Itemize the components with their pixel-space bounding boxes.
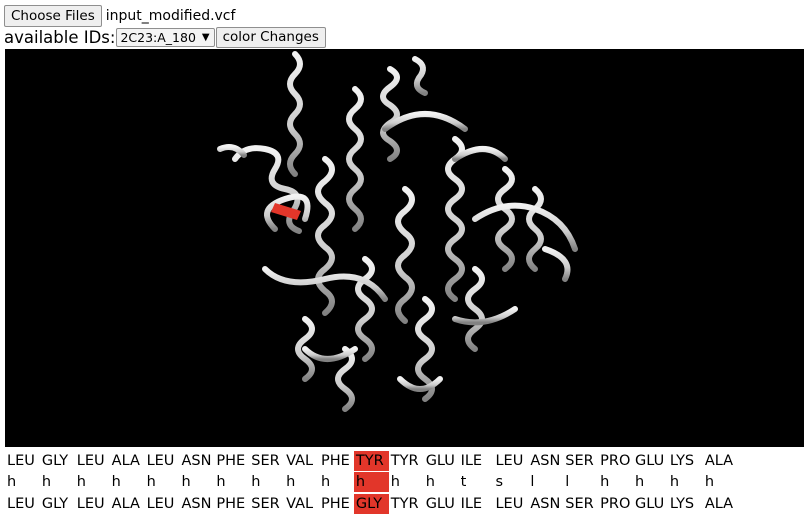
ids-row: available IDs: 2C23:A_180 ▼ color Change… [4, 26, 326, 48]
residue: PRO [600, 496, 631, 512]
residue: ASN [181, 496, 212, 512]
structure-code: h [390, 474, 400, 490]
residue: SER [251, 496, 280, 512]
structure-code: h [425, 474, 435, 490]
residue: LEU [7, 496, 35, 512]
ids-select[interactable]: 2C23:A_180 ▼ [116, 27, 215, 47]
sequence-original-row: LEU GLY LEU ALA LEU ASN PHE SER VAL PHE TYR TYR GLU I… [5, 451, 738, 471]
residue: LEU [7, 453, 35, 469]
structure-code: h [286, 474, 296, 490]
sequence-modified-row: LEU GLY LEU ALA LEU ASN PHE SER VAL PHE GLY TYR GLU I… [5, 494, 738, 514]
structure-code: l [530, 474, 535, 490]
structure-code: h [216, 474, 226, 490]
choose-files-button[interactable]: Choose Files [4, 5, 102, 27]
color-changes-button[interactable]: color Changes [215, 26, 326, 48]
structure-code: h [41, 474, 52, 490]
residue: LEU [495, 453, 524, 469]
residue: GLU [425, 496, 455, 512]
ids-select-value: 2C23:A_180 [120, 29, 196, 45]
structure-code: h [7, 474, 17, 490]
residue: ASN [530, 453, 561, 469]
residue: GLU [425, 453, 455, 469]
residue: ASN [181, 453, 212, 469]
residue: LEU [76, 453, 105, 469]
residue: ALA [704, 453, 734, 469]
structure-code: h [704, 474, 715, 490]
residue: ALA [111, 453, 140, 469]
residue: LYS [669, 496, 695, 512]
residue: VAL [286, 496, 314, 512]
residue: LEU [146, 496, 175, 512]
selected-filename: input_modified.vcf [105, 8, 236, 24]
residue: PHE [216, 496, 246, 512]
residue: ALA [704, 496, 734, 512]
residue: VAL [286, 453, 314, 469]
structure-code: t [460, 474, 467, 490]
residue: ILE [460, 453, 483, 469]
residue: ILE [460, 496, 483, 512]
structure-code: h [146, 474, 156, 490]
residue: GLY [41, 496, 69, 512]
residue: LEU [146, 453, 175, 469]
chevron-down-icon: ▼ [201, 31, 210, 43]
structure-code: s [495, 474, 504, 490]
structure-code: h [669, 474, 680, 490]
structure-code: h [111, 474, 121, 490]
residue: PRO [600, 453, 631, 469]
residue: SER [565, 453, 594, 469]
residue: LEU [495, 496, 524, 512]
residue: ASN [530, 496, 561, 512]
file-row: Choose Files input_modified.vcf [4, 4, 235, 28]
protein-3d-viewer[interactable] [5, 49, 804, 447]
protein-ribbon-render [217, 51, 578, 412]
residue: PHE [321, 496, 350, 512]
available-ids-label: available IDs: [4, 27, 116, 47]
structure-code: h [251, 474, 261, 490]
structure-code: h [353, 472, 389, 492]
structure-code: h [76, 474, 86, 490]
residue: LEU [76, 496, 105, 512]
structure-code: h [181, 474, 191, 490]
residue: GLU [635, 453, 665, 469]
residue: TYR [390, 453, 419, 469]
structure-code: h [321, 474, 331, 490]
residue: TYR [390, 496, 419, 512]
residue: GLY [41, 453, 69, 469]
residue: GLY [353, 494, 389, 514]
residue: SER [251, 453, 280, 469]
residue: LYS [669, 453, 695, 469]
residue: PHE [216, 453, 246, 469]
residue: PHE [321, 453, 350, 469]
residue: SER [565, 496, 594, 512]
structure-code: h [635, 474, 645, 490]
residue: ALA [111, 496, 140, 512]
structure-code: h [600, 474, 610, 490]
secondary-structure-row: hhhhhhhhhhhhhtsllhhhh [5, 472, 738, 492]
structure-code: l [565, 474, 570, 490]
residue: GLU [635, 496, 665, 512]
residue: TYR [353, 451, 389, 471]
